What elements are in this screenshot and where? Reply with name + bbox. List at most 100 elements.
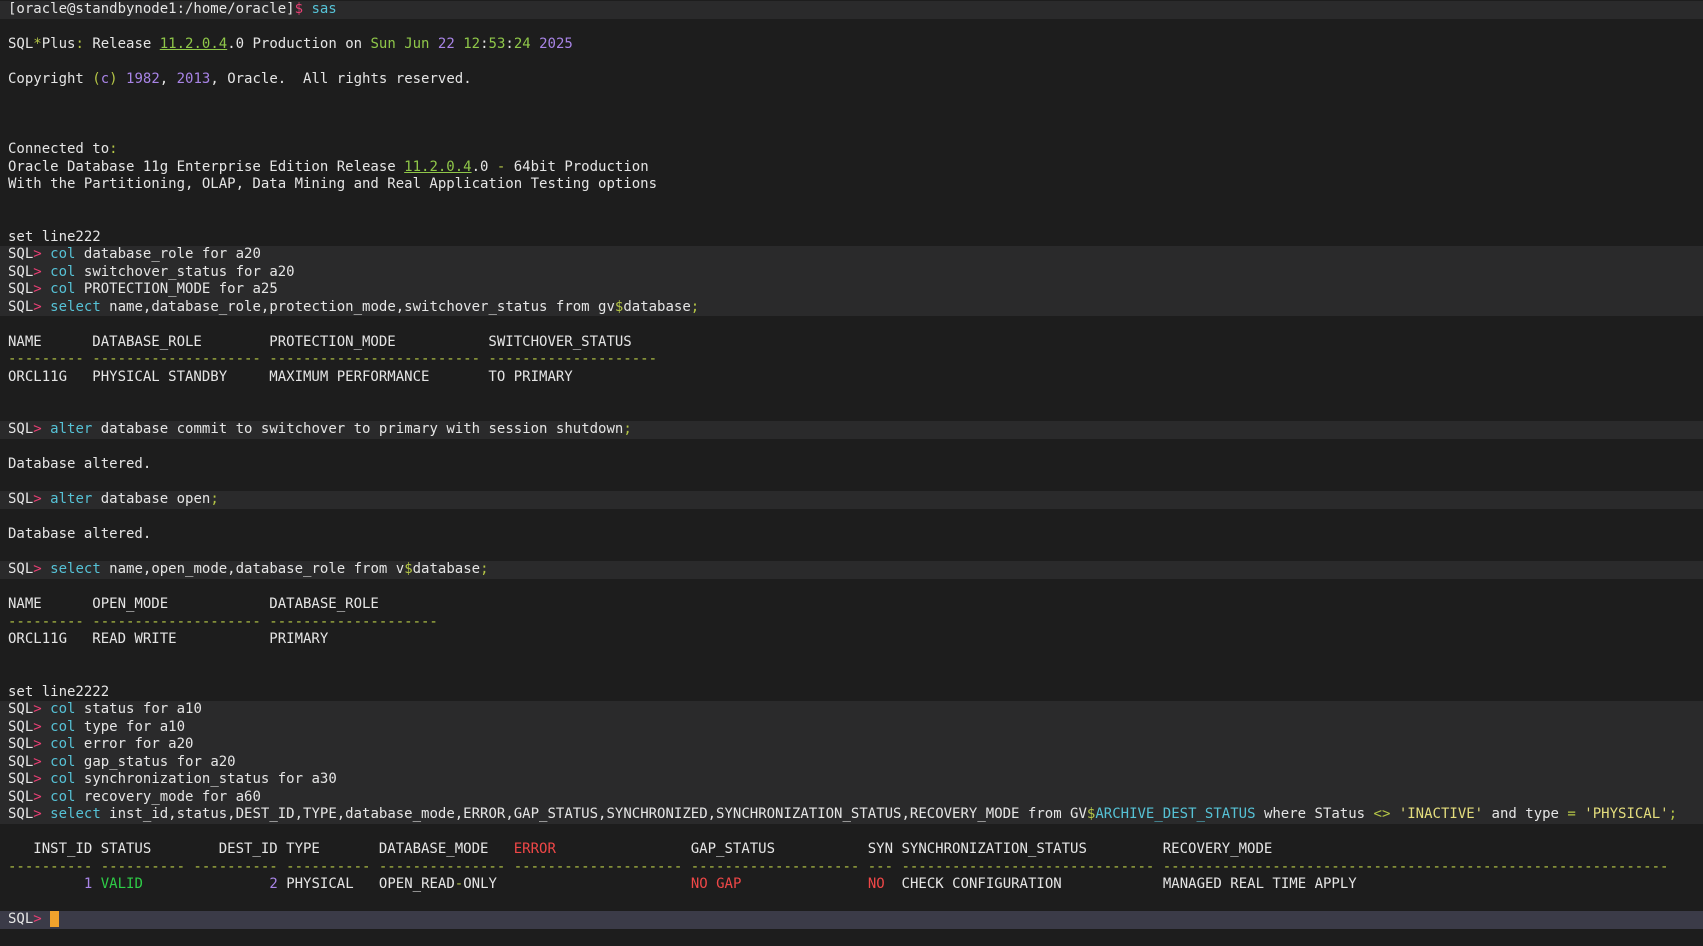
token: col xyxy=(50,736,76,752)
token: > xyxy=(33,246,42,262)
shell-prompt-line: [oracle@standbynode1:/home/oracle]$ sas xyxy=(0,1,1703,19)
token: 1982 xyxy=(126,71,160,87)
token: <> xyxy=(1373,806,1391,822)
token: .0 xyxy=(471,158,497,175)
terminal[interactable]: [oracle@standbynode1:/home/oracle]$ sas S… xyxy=(0,0,1703,946)
token: Release xyxy=(83,36,160,52)
token: 64bit Production xyxy=(505,158,649,175)
result2-row: ORCL11G READ WRITE PRIMARY xyxy=(0,631,1703,649)
token: and type xyxy=(1483,806,1568,822)
token: SQL xyxy=(8,911,34,927)
token: SQL xyxy=(8,753,34,770)
connected-to: Connected to: xyxy=(0,141,1703,159)
token: SQL xyxy=(8,298,34,315)
token: SQL xyxy=(8,263,34,280)
token: ARCHIVE_DEST_STATUS xyxy=(1095,806,1256,822)
token: SQL xyxy=(8,246,34,262)
token: 2013 xyxy=(176,71,211,87)
token: Connected to xyxy=(8,141,110,157)
token: ; xyxy=(210,491,219,507)
token: col xyxy=(50,753,76,770)
token: Database altered. xyxy=(8,526,152,542)
token: Plus xyxy=(41,36,76,52)
token: col xyxy=(50,263,76,280)
token: name,open_mode,database_role from v xyxy=(100,561,405,577)
token: ; xyxy=(690,298,700,315)
token: NAME DATABASE_ROLE PROTECTION_MODE SWITC… xyxy=(8,333,632,350)
result3-separator: ---------- ---------- ---------- -------… xyxy=(0,859,1703,877)
cmd-col-switchover-status: SQL> col switchover_status for a20 xyxy=(0,263,1703,281)
token: --------- -------------------- ---------… xyxy=(8,351,658,367)
cmd-col-synchronization-status: SQL> col synchronization_status for a30 xyxy=(0,771,1703,789)
token: > xyxy=(33,911,42,927)
token: With the Partitioning, OLAP, Data Mining… xyxy=(8,176,658,192)
token: ORCL11G READ WRITE PRIMARY xyxy=(8,631,329,647)
db-version-line: Oracle Database 11g Enterprise Edition R… xyxy=(0,159,1703,177)
token: OPEN_READ xyxy=(378,876,455,892)
token: SQL xyxy=(8,788,34,805)
token: MANAGED REAL TIME APPLY xyxy=(1162,876,1357,892)
token: SQL xyxy=(8,421,34,437)
cmd-col-status: SQL> col status for a10 xyxy=(0,701,1703,719)
token: ERROR xyxy=(513,841,556,857)
token: [oracle@standbynode1:/home/oracle] xyxy=(8,1,295,17)
token: 2025 xyxy=(539,36,573,52)
copyright-line: Copyright (c) 1982, 2013, Oracle. All ri… xyxy=(0,71,1703,89)
token: NO GAP xyxy=(690,876,742,892)
token: alter xyxy=(50,491,93,507)
token: col xyxy=(50,771,76,787)
token: inst_id,status,DEST_ID,TYPE,database_mod… xyxy=(100,806,1087,822)
token: SQL xyxy=(8,36,34,52)
sqlplus-banner: SQL*Plus: Release 11.2.0.4.0 Production … xyxy=(0,36,1703,54)
token: , xyxy=(159,71,177,87)
token: : xyxy=(480,36,489,52)
token: * xyxy=(33,36,42,52)
cmd-alter-switchover: SQL> alter database commit to switchover… xyxy=(0,421,1703,439)
token: SQL xyxy=(8,771,34,787)
token: - xyxy=(454,876,464,892)
token: database xyxy=(623,298,691,315)
token: status for a10 xyxy=(75,701,202,717)
result2-separator: --------- -------------------- ---------… xyxy=(0,614,1703,632)
token: NO xyxy=(867,876,885,892)
token: VALID xyxy=(100,876,143,892)
token: c xyxy=(100,71,110,87)
db-options-line: With the Partitioning, OLAP, Data Mining… xyxy=(0,176,1703,194)
token: > xyxy=(33,771,42,787)
token: database_role for a20 xyxy=(75,246,261,262)
result2-header: NAME OPEN_MODE DATABASE_ROLE xyxy=(0,596,1703,614)
token: CHECK CONFIGURATION xyxy=(901,876,1062,892)
set-linesize-222: set line222 xyxy=(0,229,1703,247)
token: ; xyxy=(623,421,632,437)
result3-header: INST_ID STATUS DEST_ID TYPE DATABASE_MOD… xyxy=(0,841,1703,859)
token: col xyxy=(50,788,76,805)
sqlplus-prompt-line[interactable]: SQL> xyxy=(0,911,1703,929)
token: = xyxy=(1567,806,1576,822)
token: ---------- ---------- ---------- -------… xyxy=(8,858,1669,875)
cmd-col-recovery-mode: SQL> col recovery_mode for a60 xyxy=(0,788,1703,806)
token: > xyxy=(33,491,42,507)
token: SQL xyxy=(8,736,34,752)
token: INST_ID STATUS DEST_ID TYPE DATABASE_MOD… xyxy=(8,841,514,857)
token: name,database_role,protection_mode,switc… xyxy=(100,298,615,315)
token: col xyxy=(50,246,76,262)
